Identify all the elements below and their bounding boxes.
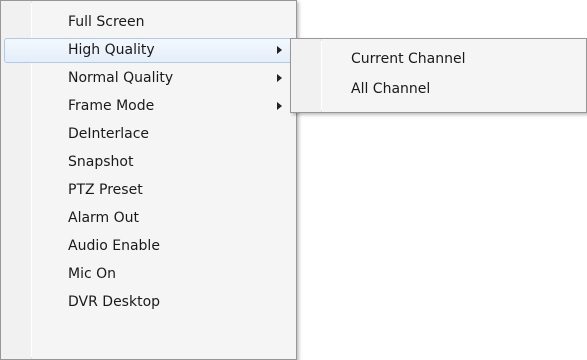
menu-item-label: All Channel xyxy=(351,81,431,97)
menu-item-label: Current Channel xyxy=(351,51,466,67)
menu-item-label: High Quality xyxy=(68,42,155,58)
menu-item-frame-mode[interactable]: Frame Mode xyxy=(4,94,293,119)
menu-item-label: DVR Desktop xyxy=(68,294,161,310)
menu-item-dvr-desktop[interactable]: DVR Desktop xyxy=(4,290,293,315)
menu-item-deinterlace[interactable]: DeInterlace xyxy=(4,122,293,147)
submenu-item-current-channel[interactable]: Current Channel xyxy=(294,47,583,72)
context-menu: Full Screen High Quality Normal Quality … xyxy=(0,0,297,360)
menu-item-snapshot[interactable]: Snapshot xyxy=(4,150,293,175)
menu-item-label: Mic On xyxy=(68,266,117,282)
menu-item-label: Audio Enable xyxy=(68,238,160,254)
menu-item-ptz-preset[interactable]: PTZ Preset xyxy=(4,178,293,203)
submenu-arrow-icon xyxy=(277,46,282,54)
high-quality-submenu: Current Channel All Channel xyxy=(290,38,587,113)
menu-item-mic-on[interactable]: Mic On xyxy=(4,262,293,287)
menu-item-label: Normal Quality xyxy=(68,70,174,86)
submenu-arrow-icon xyxy=(277,102,282,110)
menu-item-label: Alarm Out xyxy=(68,210,140,226)
menu-item-label: Full Screen xyxy=(68,14,145,30)
menu-item-label: DeInterlace xyxy=(68,126,150,142)
menu-item-label: Snapshot xyxy=(68,154,134,170)
menu-item-normal-quality[interactable]: Normal Quality xyxy=(4,66,293,91)
submenu-arrow-icon xyxy=(277,74,282,82)
menu-item-high-quality[interactable]: High Quality xyxy=(4,38,293,63)
menu-item-label: PTZ Preset xyxy=(68,182,143,198)
submenu-item-all-channel[interactable]: All Channel xyxy=(294,77,583,102)
menu-item-audio-enable[interactable]: Audio Enable xyxy=(4,234,293,259)
menu-item-full-screen[interactable]: Full Screen xyxy=(4,10,293,35)
menu-item-label: Frame Mode xyxy=(68,98,155,114)
menu-item-alarm-out[interactable]: Alarm Out xyxy=(4,206,293,231)
